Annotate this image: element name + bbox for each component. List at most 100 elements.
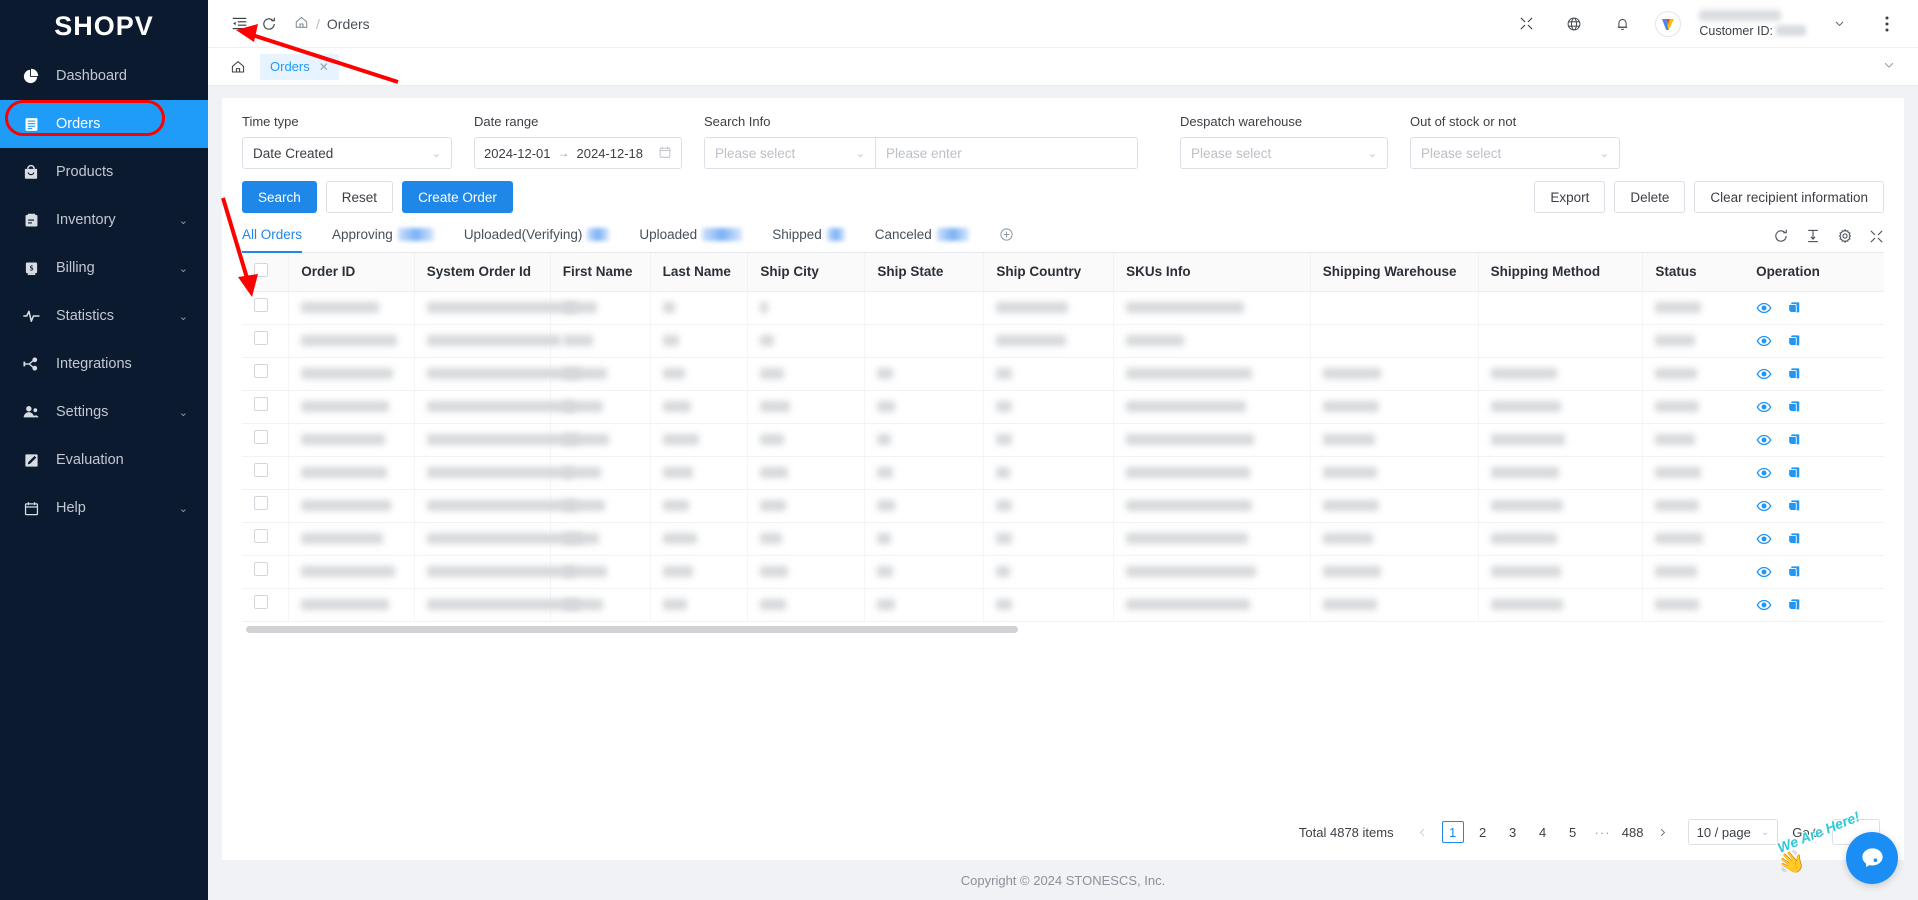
view-eye-icon[interactable] bbox=[1756, 597, 1772, 613]
add-circle-icon[interactable] bbox=[999, 227, 1014, 252]
fullscreen-icon[interactable] bbox=[1869, 228, 1884, 244]
table-row[interactable] bbox=[242, 555, 1884, 589]
row-checkbox[interactable] bbox=[254, 430, 268, 444]
despatch-warehouse-select[interactable]: Please select ⌄ bbox=[1180, 137, 1388, 169]
out-of-stock-select[interactable]: Please select ⌄ bbox=[1410, 137, 1620, 169]
sidebar-item-evaluation[interactable]: Evaluation bbox=[0, 436, 208, 484]
sidebar-item-settings[interactable]: Settings ⌄ bbox=[0, 388, 208, 436]
sidebar-item-products[interactable]: Products bbox=[0, 148, 208, 196]
last-page-number[interactable]: 488 bbox=[1622, 821, 1644, 843]
next-page-button[interactable] bbox=[1652, 821, 1674, 843]
avatar[interactable] bbox=[1655, 10, 1682, 37]
table-row[interactable] bbox=[242, 489, 1884, 523]
date-range-picker[interactable]: 2024-12-01 → 2024-12-18 bbox=[474, 137, 682, 169]
copy-duplicate-icon[interactable] bbox=[1786, 333, 1802, 349]
shrink-icon[interactable] bbox=[1511, 9, 1541, 39]
collapse-sidebar-icon[interactable] bbox=[224, 9, 254, 39]
page-ellipsis[interactable]: ··· bbox=[1592, 821, 1614, 843]
table-row[interactable] bbox=[242, 324, 1884, 358]
refresh-icon[interactable] bbox=[254, 9, 284, 39]
table-row[interactable] bbox=[242, 588, 1884, 622]
bell-notification-icon[interactable] bbox=[1607, 9, 1637, 39]
table-row[interactable] bbox=[242, 522, 1884, 556]
export-button[interactable]: Export bbox=[1534, 181, 1606, 213]
sidebar-item-statistics[interactable]: Statistics ⌄ bbox=[0, 292, 208, 340]
copy-duplicate-icon[interactable] bbox=[1786, 597, 1802, 613]
tab-uploaded[interactable]: Uploaded bbox=[639, 227, 743, 252]
page-number-3[interactable]: 3 bbox=[1502, 821, 1524, 843]
tab-all-orders[interactable]: All Orders bbox=[242, 227, 303, 253]
sidebar-item-integrations[interactable]: Integrations bbox=[0, 340, 208, 388]
search-info-select[interactable]: Please select ⌄ bbox=[704, 137, 876, 169]
home-icon[interactable] bbox=[294, 15, 309, 33]
view-eye-icon[interactable] bbox=[1756, 564, 1772, 580]
copy-duplicate-icon[interactable] bbox=[1786, 432, 1802, 448]
sidebar-item-help[interactable]: Help ⌄ bbox=[0, 484, 208, 532]
view-eye-icon[interactable] bbox=[1756, 300, 1772, 316]
search-info-input[interactable]: Please enter bbox=[876, 137, 1138, 169]
table-row[interactable] bbox=[242, 291, 1884, 325]
sidebar-item-billing[interactable]: $ Billing ⌄ bbox=[0, 244, 208, 292]
chat-bubble-icon[interactable] bbox=[1846, 832, 1898, 884]
calendar-icon[interactable] bbox=[658, 145, 672, 162]
row-checkbox[interactable] bbox=[254, 562, 268, 576]
view-eye-icon[interactable] bbox=[1756, 432, 1772, 448]
view-eye-icon[interactable] bbox=[1756, 399, 1772, 415]
copy-duplicate-icon[interactable] bbox=[1786, 300, 1802, 316]
chevron-down-icon[interactable] bbox=[1882, 58, 1902, 75]
close-icon[interactable]: ✕ bbox=[319, 60, 329, 74]
date-range-start[interactable]: 2024-12-01 bbox=[484, 146, 551, 161]
vertical-dots-icon[interactable] bbox=[1872, 9, 1902, 39]
row-checkbox[interactable] bbox=[254, 463, 268, 477]
chevron-down-icon[interactable] bbox=[1824, 9, 1854, 39]
copy-duplicate-icon[interactable] bbox=[1786, 564, 1802, 580]
sidebar-item-inventory[interactable]: Inventory ⌄ bbox=[0, 196, 208, 244]
row-checkbox[interactable] bbox=[254, 397, 268, 411]
horizontal-scrollbar[interactable] bbox=[242, 623, 1884, 635]
scrollbar-thumb[interactable] bbox=[246, 625, 1018, 633]
sidebar-item-orders[interactable]: Orders bbox=[0, 100, 208, 148]
tab-uploaded-verifying-[interactable]: Uploaded(Verifying) bbox=[464, 227, 610, 252]
row-checkbox[interactable] bbox=[254, 496, 268, 510]
row-density-icon[interactable] bbox=[1805, 228, 1821, 244]
tab-shipped[interactable]: Shipped bbox=[772, 227, 845, 252]
page-number-4[interactable]: 4 bbox=[1532, 821, 1554, 843]
column-settings-gear-icon[interactable] bbox=[1837, 228, 1853, 244]
refresh-icon[interactable] bbox=[1773, 228, 1789, 244]
page-tab-orders[interactable]: Orders ✕ bbox=[260, 53, 339, 80]
prev-page-button[interactable] bbox=[1412, 821, 1434, 843]
tab-approving[interactable]: Approving bbox=[332, 227, 434, 252]
page-number-1[interactable]: 1 bbox=[1441, 821, 1464, 843]
chat-widget[interactable]: We Are Here! 👋 bbox=[1775, 788, 1898, 884]
view-eye-icon[interactable] bbox=[1756, 366, 1772, 382]
reset-button[interactable]: Reset bbox=[325, 181, 394, 213]
sidebar-item-dashboard[interactable]: Dashboard bbox=[0, 52, 208, 100]
view-eye-icon[interactable] bbox=[1756, 498, 1772, 514]
view-eye-icon[interactable] bbox=[1756, 465, 1772, 481]
create-order-button[interactable]: Create Order bbox=[402, 181, 513, 213]
view-eye-icon[interactable] bbox=[1756, 531, 1772, 547]
table-row[interactable] bbox=[242, 390, 1884, 424]
copy-duplicate-icon[interactable] bbox=[1786, 531, 1802, 547]
row-checkbox[interactable] bbox=[254, 331, 268, 345]
page-number-2[interactable]: 2 bbox=[1472, 821, 1494, 843]
copy-duplicate-icon[interactable] bbox=[1786, 498, 1802, 514]
table-row[interactable] bbox=[242, 456, 1884, 490]
time-type-select[interactable]: Date Created ⌄ bbox=[242, 137, 452, 169]
copy-duplicate-icon[interactable] bbox=[1786, 465, 1802, 481]
select-all-checkbox[interactable] bbox=[254, 263, 268, 278]
table-row[interactable] bbox=[242, 357, 1884, 391]
view-eye-icon[interactable] bbox=[1756, 333, 1772, 349]
table-row[interactable] bbox=[242, 423, 1884, 457]
clear-recipient-information-button[interactable]: Clear recipient information bbox=[1694, 181, 1884, 213]
row-checkbox[interactable] bbox=[254, 595, 268, 609]
row-checkbox[interactable] bbox=[254, 364, 268, 378]
row-checkbox[interactable] bbox=[254, 298, 268, 312]
search-button[interactable]: Search bbox=[242, 181, 317, 213]
tab-canceled[interactable]: Canceled bbox=[875, 227, 969, 252]
page-size-select[interactable]: 10 / page ⌄ bbox=[1687, 819, 1779, 845]
home-icon[interactable] bbox=[224, 53, 252, 81]
page-number-5[interactable]: 5 bbox=[1562, 821, 1584, 843]
copy-duplicate-icon[interactable] bbox=[1786, 366, 1802, 382]
globe-language-icon[interactable] bbox=[1559, 9, 1589, 39]
